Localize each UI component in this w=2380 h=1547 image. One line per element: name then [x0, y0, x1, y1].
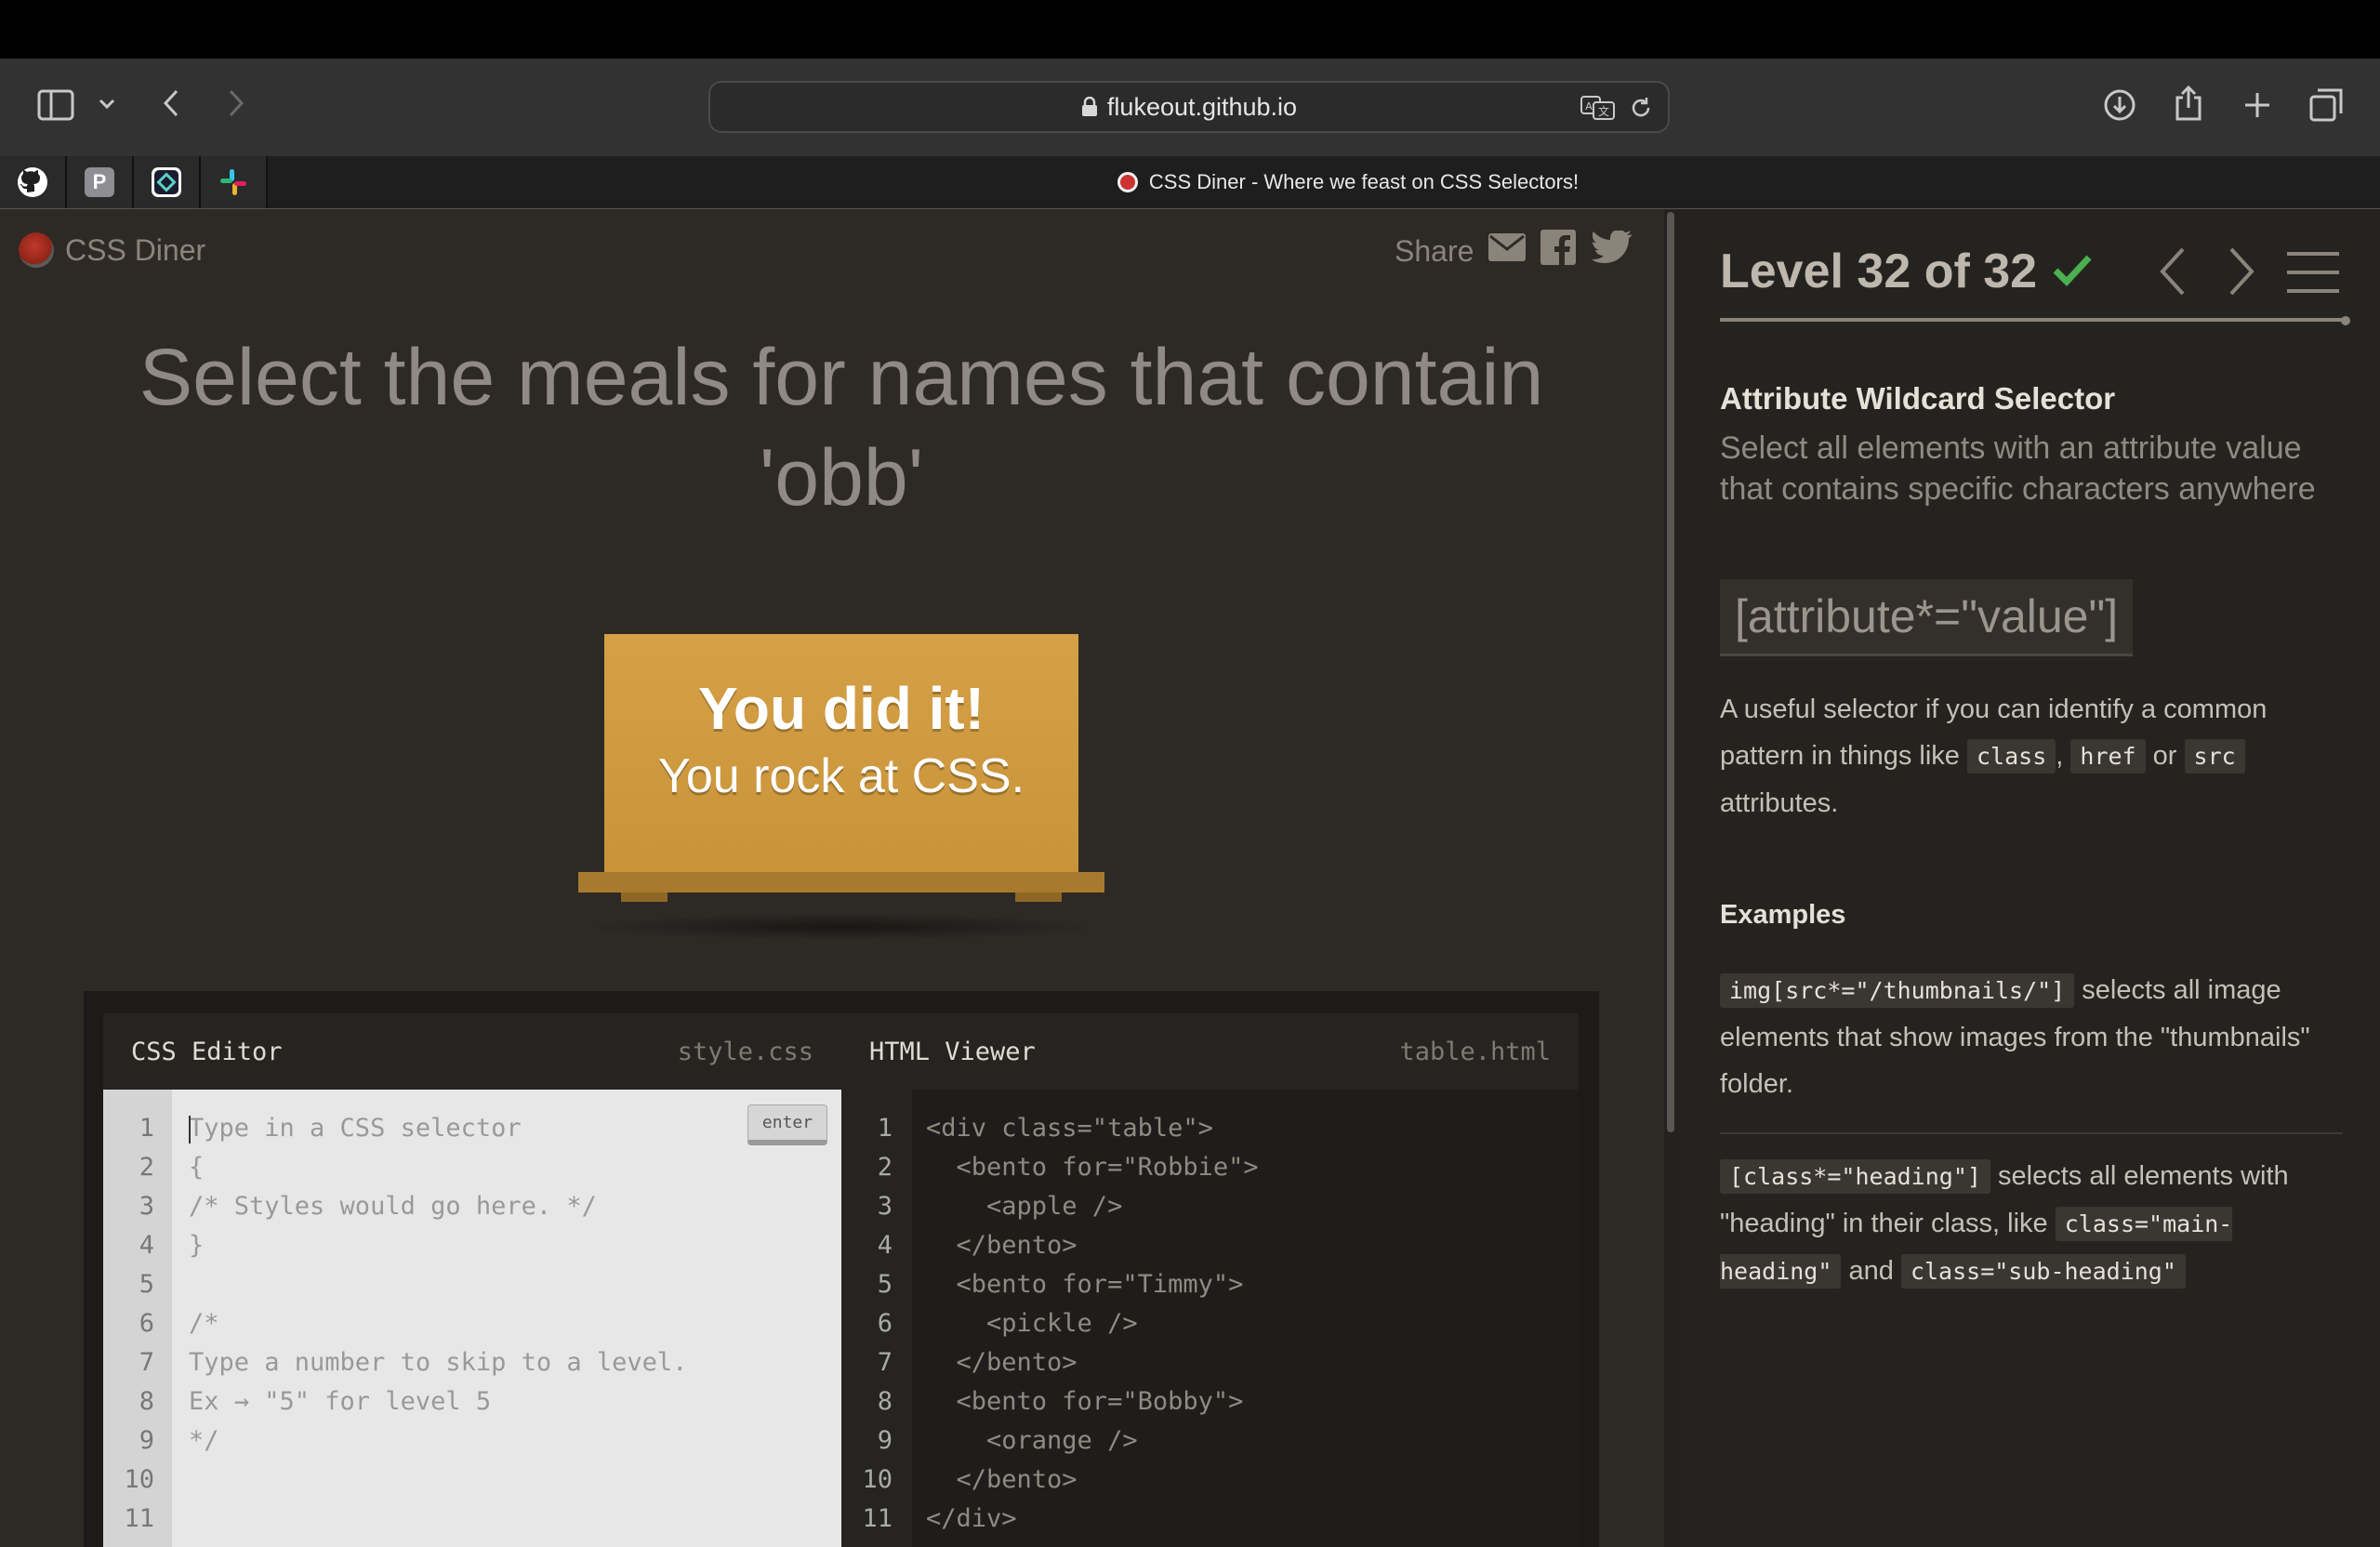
example-1-code: img[src*="/thumbnails/"]: [1720, 973, 2075, 1008]
win-title: You did it!: [697, 675, 985, 742]
css-diner-favicon-icon: [1117, 172, 1138, 192]
forward-icon[interactable]: [219, 85, 253, 122]
github-favicon-icon[interactable]: [0, 156, 67, 208]
level-indicator[interactable]: Level 32 of 32: [1720, 244, 2093, 299]
css-editor-header: CSS Editor style.css: [103, 1013, 841, 1090]
html-viewer-header: HTML Viewer table.html: [841, 1013, 1579, 1090]
slack-favicon-icon[interactable]: [201, 156, 268, 208]
html-markup: <div class="table"> <bento for="Robbie">…: [926, 1114, 1259, 1533]
code-src: src: [2184, 739, 2245, 774]
html-line-numbers: 1 2 3 4 5 6 7 8 9 10 11: [862, 1114, 892, 1533]
html-viewer-filename: table.html: [1399, 1037, 1551, 1066]
address-bar[interactable]: flukeout.github.io 文A: [708, 81, 1670, 133]
desc-or: or: [2152, 741, 2177, 771]
desc-comma: ,: [2056, 741, 2064, 771]
plate-logo-icon: [19, 232, 54, 268]
text-cursor: [189, 1116, 191, 1144]
code-href: href: [2070, 739, 2146, 774]
reload-icon[interactable]: [1629, 96, 1653, 125]
examples-divider: [1720, 1132, 2343, 1134]
example-2-and: and: [1848, 1256, 1894, 1286]
css-selector-input[interactable]: Type in a CSS selector: [189, 1109, 522, 1148]
top-bar: [0, 0, 2380, 59]
enter-button[interactable]: enter: [747, 1104, 827, 1145]
task-headline: Select the meals for names that contain …: [139, 333, 1544, 522]
selector-description: A useful selector if you can identify a …: [1720, 686, 2352, 826]
examples-heading: Examples: [1720, 900, 1846, 930]
email-icon[interactable]: [1488, 233, 1527, 269]
desc-after: attributes.: [1720, 788, 1839, 818]
win-message: You did it! You rock at CSS.: [576, 671, 1106, 807]
diamond-app-favicon-icon[interactable]: [134, 156, 201, 208]
dinner-table: You did it! You rock at CSS.: [576, 634, 1106, 941]
win-subtitle: You rock at CSS.: [657, 749, 1025, 803]
table-edge: [578, 872, 1104, 892]
next-level-icon[interactable]: [2228, 246, 2255, 301]
share-sheet-icon[interactable]: [2170, 83, 2207, 124]
selector-summary: Select all elements with an attribute va…: [1720, 430, 2316, 507]
scrollbar-thumb[interactable]: [1667, 212, 1674, 1132]
html-viewer-title: HTML Viewer: [869, 1037, 1036, 1066]
sidebar-toggle-icon[interactable]: [35, 86, 76, 124]
level-progress-bar: [1720, 318, 2347, 322]
tab-overview-icon[interactable]: [2307, 86, 2345, 124]
example-2-code: [class*="heading"]: [1720, 1159, 1990, 1194]
css-editor-title: CSS Editor: [131, 1037, 283, 1066]
css-editor-filename: style.css: [677, 1037, 813, 1066]
p-app-favicon-icon[interactable]: P: [67, 156, 134, 208]
table-shadow: [576, 913, 1106, 941]
selector-name: Attribute Wildcard Selector: [1720, 381, 2116, 416]
logo-text: CSS Diner: [65, 232, 206, 267]
level-label: Level 32 of 32: [1720, 245, 2038, 298]
back-icon[interactable]: [154, 85, 188, 122]
chevron-down-icon[interactable]: [93, 90, 121, 118]
css-editor-comment: { /* Styles would go here. */ } /* Type …: [189, 1153, 688, 1455]
table-leg: [1015, 892, 1062, 902]
progress-end-dot: [2341, 316, 2350, 325]
new-tab-icon[interactable]: [2239, 86, 2276, 124]
svg-text:A: A: [1585, 100, 1593, 112]
lock-icon: [1081, 97, 1097, 116]
active-tab[interactable]: CSS Diner - Where we feast on CSS Select…: [1023, 156, 1673, 208]
example-2: [class*="heading"] selects all elements …: [1720, 1153, 2352, 1295]
download-icon[interactable]: [2101, 86, 2138, 124]
example-1: img[src*="/thumbnails/"] selects all ima…: [1720, 967, 2352, 1107]
css-line-numbers: 1 2 3 4 5 6 7 8 9 10 11: [124, 1114, 154, 1533]
example-2-code-sub: class="sub-heading": [1900, 1254, 2186, 1289]
tab-title: CSS Diner - Where we feast on CSS Select…: [1148, 170, 1580, 193]
table-leg: [621, 892, 668, 902]
site-logo[interactable]: CSS Diner: [19, 232, 205, 268]
translate-icon[interactable]: 文A: [1580, 96, 1616, 125]
level-menu-icon[interactable]: [2287, 251, 2339, 298]
facebook-icon[interactable]: [1540, 230, 1577, 272]
url-text: flukeout.github.io: [1106, 92, 1298, 121]
share-group: Share: [1395, 230, 1633, 272]
selector-syntax: [attribute*="value"]: [1720, 579, 2134, 656]
twitter-icon[interactable]: [1591, 230, 1633, 271]
svg-text:文: 文: [1598, 104, 1609, 118]
previous-level-icon[interactable]: [2159, 246, 2187, 301]
share-label: Share: [1395, 233, 1474, 268]
code-class: class: [1967, 739, 2056, 774]
checkmark-icon: [2052, 245, 2093, 298]
